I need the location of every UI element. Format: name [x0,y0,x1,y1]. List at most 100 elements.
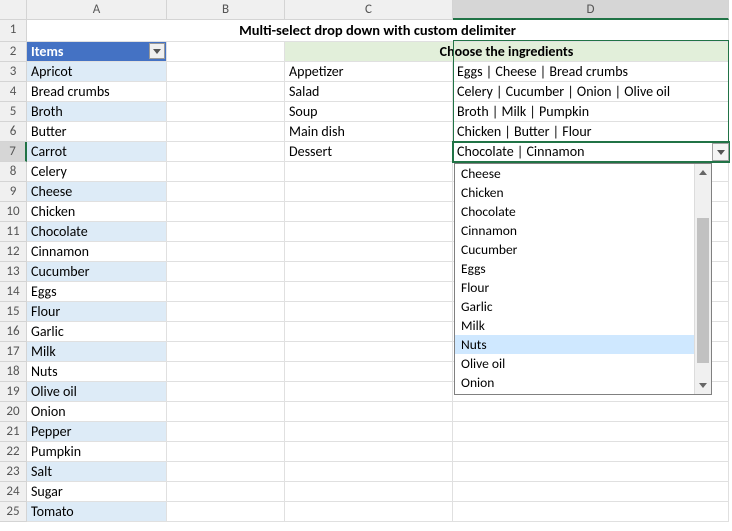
row-header-24[interactable]: 24 [0,482,27,502]
col-header-c[interactable]: C [285,0,453,20]
ingredients-cell[interactable] [453,422,729,442]
cell-b24[interactable] [167,482,285,502]
cell-b12[interactable] [167,242,285,262]
ingredients-cell[interactable]: Chicken | Butter | Flour [453,122,729,142]
item-cell[interactable]: Bread crumbs [27,82,167,102]
col-header-b[interactable]: B [167,0,285,20]
dropdown-button[interactable] [712,143,729,161]
course-name-cell[interactable] [285,382,453,402]
row-header-19[interactable]: 19 [0,382,27,402]
row-header-6[interactable]: 6 [0,122,27,142]
ingredients-cell[interactable] [453,482,729,502]
row-header-12[interactable]: 12 [0,242,27,262]
cell-b5[interactable] [167,102,285,122]
course-name-cell[interactable] [285,502,453,522]
course-name-cell[interactable] [285,402,453,422]
item-cell[interactable]: Cinnamon [27,242,167,262]
dropdown-option[interactable]: Olive oil [455,354,694,373]
item-cell[interactable]: Celery [27,162,167,182]
item-cell[interactable]: Eggs [27,282,167,302]
ingredients-cell[interactable]: Eggs | Cheese | Bread crumbs [453,62,729,82]
dropdown-option[interactable]: Cheese [455,164,694,183]
row-header-23[interactable]: 23 [0,462,27,482]
cell-b16[interactable] [167,322,285,342]
scroll-up-button[interactable] [695,164,711,181]
ingredients-cell[interactable] [453,402,729,422]
row-header-20[interactable]: 20 [0,402,27,422]
row-header-18[interactable]: 18 [0,362,27,382]
ingredients-cell[interactable]: Broth | Milk | Pumpkin [453,102,729,122]
cell-b23[interactable] [167,462,285,482]
course-name-cell[interactable]: Main dish [285,122,453,142]
dropdown-option[interactable]: Chicken [455,183,694,202]
course-name-cell[interactable]: Soup [285,102,453,122]
row-header-11[interactable]: 11 [0,222,27,242]
dropdown-option[interactable]: Chocolate [455,202,694,221]
row-header-8[interactable]: 8 [0,162,27,182]
course-name-cell[interactable] [285,362,453,382]
item-cell[interactable]: Olive oil [27,382,167,402]
item-cell[interactable]: Cheese [27,182,167,202]
row-header-22[interactable]: 22 [0,442,27,462]
row-header-7[interactable]: 7 [0,142,27,162]
course-name-cell[interactable]: Dessert [285,142,453,162]
cell-b15[interactable] [167,302,285,322]
course-name-cell[interactable]: Salad [285,82,453,102]
row-header-2[interactable]: 2 [0,42,27,62]
cell-b4[interactable] [167,82,285,102]
cell-b9[interactable] [167,182,285,202]
cell-b25[interactable] [167,502,285,522]
scroll-thumb[interactable] [697,218,709,363]
item-cell[interactable]: Onion [27,402,167,422]
row-header-17[interactable]: 17 [0,342,27,362]
course-name-cell[interactable] [285,182,453,202]
ingredients-header-cell[interactable]: Choose the ingredients [285,42,729,62]
ingredients-cell[interactable]: Chocolate | Cinnamon [453,142,729,162]
course-name-cell[interactable] [285,262,453,282]
item-cell[interactable]: Nuts [27,362,167,382]
select-all-corner[interactable] [0,0,27,20]
item-cell[interactable]: Carrot [27,142,167,162]
course-name-cell[interactable] [285,222,453,242]
item-cell[interactable]: Chocolate [27,222,167,242]
course-name-cell[interactable] [285,422,453,442]
item-cell[interactable]: Pumpkin [27,442,167,462]
filter-button[interactable] [149,43,165,59]
item-cell[interactable]: Apricot [27,62,167,82]
cell-b11[interactable] [167,222,285,242]
course-name-cell[interactable] [285,462,453,482]
dropdown-list[interactable]: CheeseChickenChocolateCinnamonCucumberEg… [454,163,712,395]
cell-b17[interactable] [167,342,285,362]
cell-b8[interactable] [167,162,285,182]
cell-b2[interactable] [167,42,285,62]
item-cell[interactable]: Butter [27,122,167,142]
course-name-cell[interactable] [285,202,453,222]
course-name-cell[interactable]: Appetizer [285,62,453,82]
course-name-cell[interactable] [285,442,453,462]
dropdown-option[interactable]: Nuts [455,335,694,354]
course-name-cell[interactable] [285,302,453,322]
cell-b19[interactable] [167,382,285,402]
col-header-d[interactable]: D [453,0,729,20]
course-name-cell[interactable] [285,162,453,182]
col-header-a[interactable]: A [27,0,167,20]
item-cell[interactable]: Salt [27,462,167,482]
items-header-cell[interactable]: Items [27,42,167,62]
item-cell[interactable]: Broth [27,102,167,122]
dropdown-option[interactable]: Garlic [455,297,694,316]
scroll-down-button[interactable] [695,377,711,394]
item-cell[interactable]: Pepper [27,422,167,442]
row-header-14[interactable]: 14 [0,282,27,302]
ingredients-cell[interactable] [453,442,729,462]
row-header-1[interactable]: 1 [0,20,27,42]
cell-b21[interactable] [167,422,285,442]
cell-b6[interactable] [167,122,285,142]
dropdown-option[interactable]: Milk [455,316,694,335]
row-header-3[interactable]: 3 [0,62,27,82]
row-header-25[interactable]: 25 [0,502,27,522]
cell-b7[interactable] [167,142,285,162]
course-name-cell[interactable] [285,482,453,502]
cell-b20[interactable] [167,402,285,422]
cell-b3[interactable] [167,62,285,82]
course-name-cell[interactable] [285,322,453,342]
